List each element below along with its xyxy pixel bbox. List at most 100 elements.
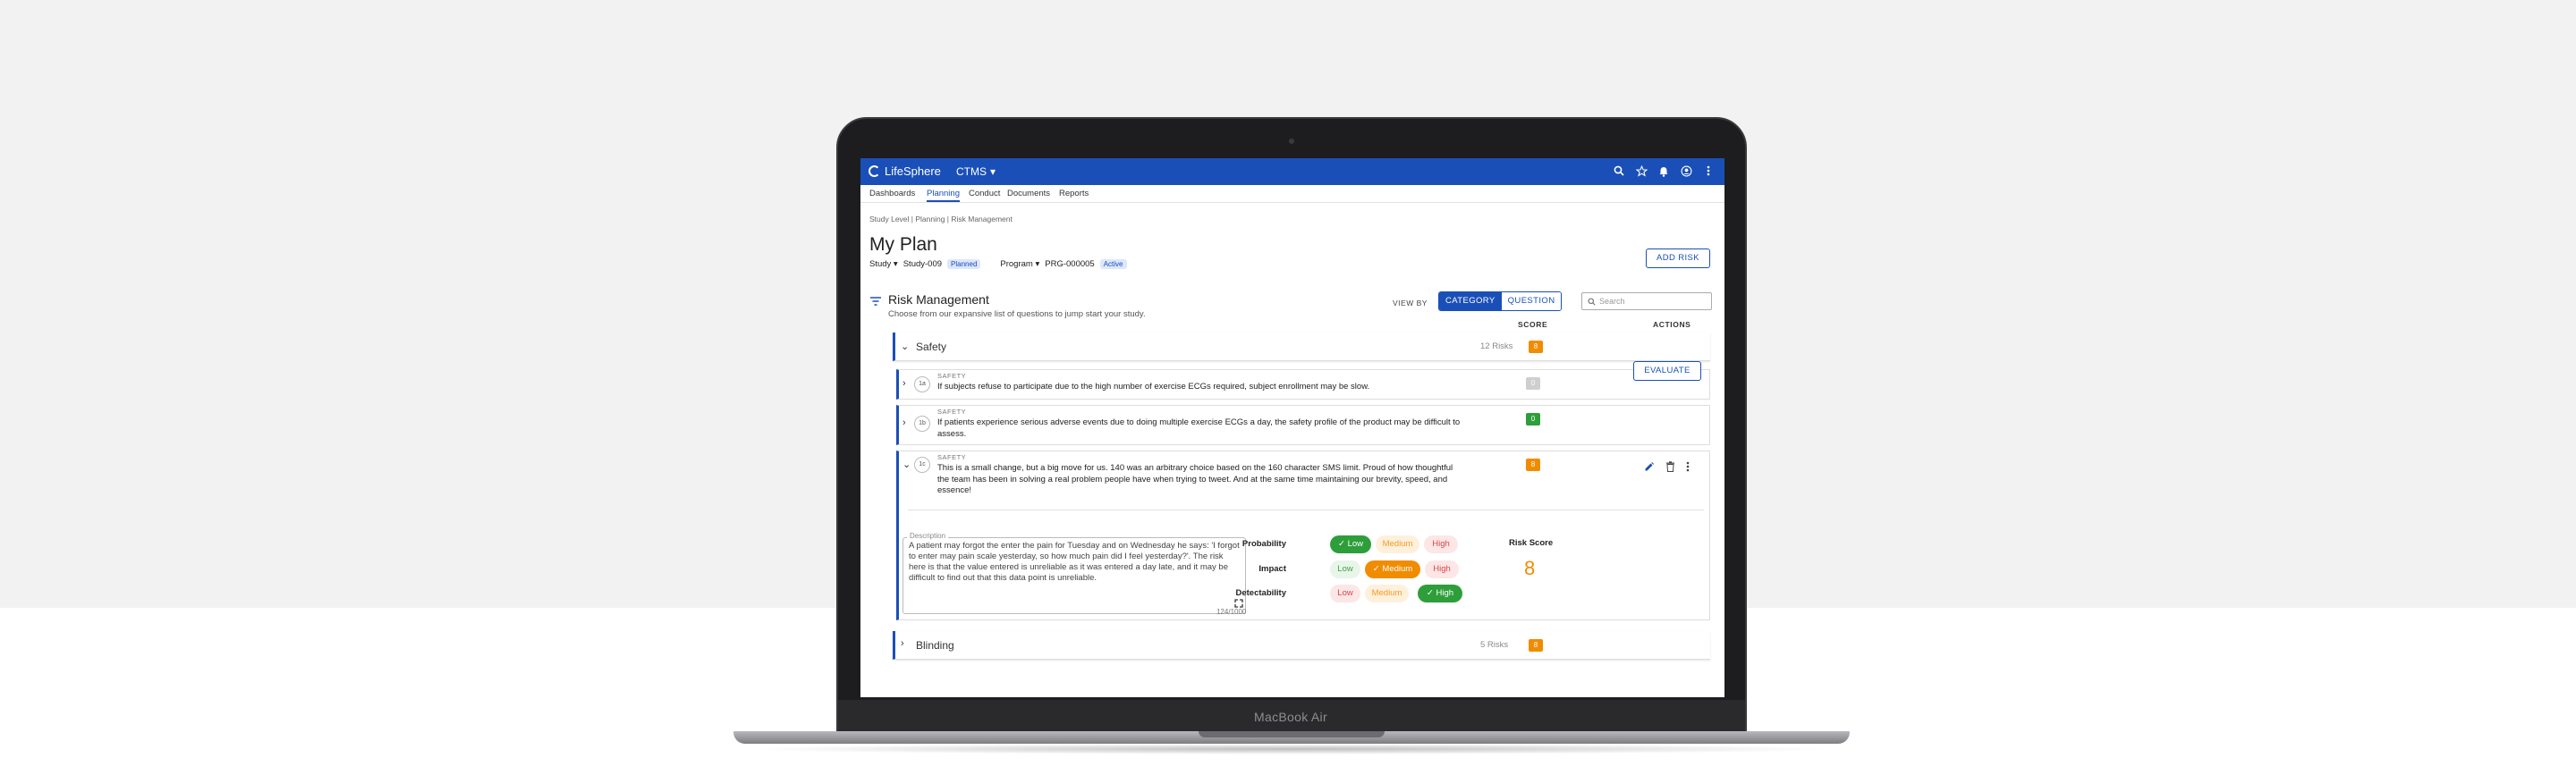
search-icon[interactable]: [1612, 164, 1626, 178]
plan-meta: Study ▾ Study-009 Planned Program ▾ PRG-…: [869, 259, 1127, 269]
risk-score-label: Risk Score: [1509, 538, 1554, 548]
nav-tabs: Dashboards Planning Conduct Documents Re…: [860, 185, 1724, 203]
filter-icon[interactable]: [869, 295, 882, 306]
search-placeholder: Search: [1599, 297, 1625, 306]
view-by-label: VIEW BY: [1393, 299, 1428, 307]
probability-low-chip[interactable]: ✓ Low: [1330, 535, 1371, 553]
risk-number: 1c: [914, 457, 930, 473]
risk-category: SAFETY: [937, 453, 967, 461]
module-switcher[interactable]: CTMS ▾: [956, 165, 996, 178]
breadcrumb[interactable]: Study Level | Planning | Risk Management: [869, 215, 1013, 223]
detectability-low-chip[interactable]: Low: [1330, 585, 1360, 602]
top-icons: [1612, 164, 1716, 178]
module-name: CTMS: [956, 165, 987, 178]
detectability-medium-chip[interactable]: Medium: [1365, 585, 1409, 602]
laptop-shadow: [742, 744, 1841, 754]
laptop-notch: [1199, 731, 1385, 737]
program-value: PRG-000005: [1045, 259, 1095, 269]
more-vertical-icon[interactable]: [1686, 460, 1690, 476]
status-badge: Active: [1099, 259, 1127, 269]
group-safety[interactable]: ⌄ Safety 12 Risks 8: [893, 333, 1710, 361]
risk-text: This is a small change, but a big move f…: [937, 463, 1453, 495]
section-subtitle: Choose from our expansive list of questi…: [888, 309, 1146, 319]
impact-medium-chip[interactable]: ✓ Medium: [1365, 560, 1420, 578]
risk-text: If patients experience serious adverse e…: [937, 417, 1461, 439]
tab-reports[interactable]: Reports: [1059, 189, 1089, 198]
view-category-button[interactable]: CATEGORY: [1439, 292, 1502, 310]
impact-high-chip[interactable]: High: [1425, 560, 1459, 578]
chevron-right-icon[interactable]: ›: [902, 417, 906, 428]
evaluate-button[interactable]: EVALUATE: [1633, 361, 1701, 381]
edit-icon[interactable]: [1644, 460, 1655, 476]
chip-label: High: [1433, 564, 1451, 574]
device-label: MacBook Air: [1254, 710, 1327, 724]
risk-actions: [1644, 460, 1690, 476]
risk-number: 1a: [914, 376, 930, 392]
star-icon[interactable]: [1634, 164, 1648, 178]
delete-icon[interactable]: [1665, 460, 1675, 476]
more-vertical-icon[interactable]: [1701, 164, 1716, 178]
risk-count: 12 Risks: [1480, 341, 1513, 351]
tab-documents[interactable]: Documents: [1007, 189, 1050, 198]
status-badge: Planned: [947, 259, 981, 269]
chip-label: Low: [1337, 588, 1353, 598]
caret-down-icon: ▾: [990, 165, 996, 178]
chip-label: High: [1436, 588, 1454, 598]
risk-number: 1b: [914, 416, 930, 432]
probability-high-chip[interactable]: High: [1424, 535, 1458, 553]
score-badge: 0: [1526, 413, 1540, 425]
score-badge: 8: [1529, 341, 1543, 353]
impact-label: Impact: [1258, 564, 1286, 574]
view-toggle: CATEGORY QUESTION: [1438, 291, 1563, 311]
chip-label: Low: [1337, 564, 1353, 574]
chevron-right-icon[interactable]: ›: [902, 378, 906, 389]
lifesphere-logo-icon: [869, 165, 880, 177]
tab-dashboards[interactable]: Dashboards: [869, 189, 915, 198]
chip-label: Medium: [1382, 539, 1413, 549]
study-dropdown[interactable]: Study ▾: [869, 259, 898, 269]
chip-label: Low: [1347, 539, 1364, 549]
impact-low-chip[interactable]: Low: [1330, 560, 1360, 578]
program-dropdown[interactable]: Program ▾: [1000, 259, 1039, 269]
view-question-button[interactable]: QUESTION: [1501, 292, 1562, 310]
group-name: Safety: [916, 341, 947, 353]
chip-label: High: [1432, 539, 1450, 549]
add-risk-button[interactable]: ADD RISK: [1646, 249, 1710, 268]
score-column-header: SCORE: [1518, 320, 1548, 329]
chip-label: Medium: [1371, 588, 1402, 598]
section-title: Risk Management: [888, 292, 989, 307]
detectability-label: Detectability: [1235, 588, 1287, 598]
chevron-down-icon[interactable]: ⌄: [901, 341, 909, 352]
program-label: Program: [1000, 259, 1033, 269]
page-title: My Plan: [869, 234, 937, 255]
chevron-right-icon[interactable]: ›: [901, 638, 904, 649]
search-icon: [1588, 297, 1596, 306]
description-text[interactable]: A patient may forgot the enter the pain …: [909, 541, 1241, 584]
character-counter: 124/1000: [1216, 608, 1247, 616]
risk-row[interactable]: › 1b SAFETY If patients experience serio…: [896, 405, 1710, 445]
study-value: Study-009: [902, 259, 943, 269]
group-name: Blinding: [916, 639, 954, 652]
logo-text: LifeSphere: [885, 164, 941, 178]
tab-conduct[interactable]: Conduct: [969, 189, 1000, 198]
group-blinding[interactable]: › Blinding 5 Risks 8: [893, 631, 1710, 660]
app-screen: LifeSphere CTMS ▾ Dashboards Planning Co…: [860, 158, 1724, 697]
user-icon[interactable]: [1679, 164, 1693, 178]
top-bar: LifeSphere CTMS ▾: [860, 158, 1724, 185]
risk-category: SAFETY: [937, 408, 967, 416]
chip-label: Medium: [1382, 564, 1413, 574]
score-badge: 0: [1526, 377, 1540, 390]
risk-row[interactable]: › 1a SAFETY If subjects refuse to partic…: [896, 369, 1710, 400]
bell-icon[interactable]: [1657, 164, 1671, 178]
search-input[interactable]: Search: [1581, 292, 1712, 310]
score-badge: 8: [1529, 639, 1543, 652]
description-label: Description: [907, 532, 949, 540]
app-logo[interactable]: LifeSphere: [869, 164, 941, 178]
risk-count: 5 Risks: [1480, 640, 1509, 650]
risk-text: If subjects refuse to participate due to…: [937, 382, 1370, 392]
score-badge: 8: [1526, 459, 1540, 471]
chevron-down-icon[interactable]: ⌄: [902, 459, 911, 470]
tab-planning[interactable]: Planning: [927, 189, 960, 202]
detectability-high-chip[interactable]: ✓ High: [1418, 585, 1462, 602]
probability-medium-chip[interactable]: Medium: [1376, 535, 1419, 553]
